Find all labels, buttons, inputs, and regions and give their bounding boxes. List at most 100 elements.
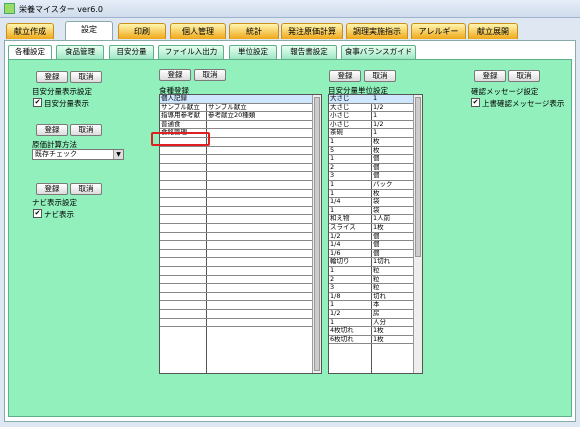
table-row[interactable]	[160, 198, 312, 207]
table-row[interactable]: 1/4 個	[329, 241, 413, 250]
table-row[interactable]: 個人記録	[160, 95, 312, 104]
table-row[interactable]	[160, 215, 312, 224]
subtab-kakushu-settei[interactable]: 各種設定	[8, 45, 52, 59]
table-row[interactable]: サンプル献立 サンプル献立	[160, 104, 312, 113]
table-row[interactable]: 茶碗 1	[329, 129, 413, 138]
tab-kondate-sakusei[interactable]: 献立作成	[6, 23, 54, 39]
table-row[interactable]	[160, 258, 312, 267]
table-row[interactable]: 3粒	[329, 284, 413, 293]
table-row[interactable]	[160, 319, 312, 328]
vertical-scrollbar[interactable]	[312, 95, 321, 373]
table-row[interactable]: 1/6 個	[329, 250, 413, 259]
table-row[interactable]	[160, 155, 312, 164]
table-row[interactable]: 1枚	[329, 138, 413, 147]
main-tab-bar: 献立作成 設定 印刷 個人管理 統計 発注原価計算 調理実施指示 アレルギー 献…	[0, 21, 580, 40]
table-row[interactable]	[160, 190, 312, 199]
table-row[interactable]	[160, 250, 312, 259]
genka-method-select[interactable]: 既存チェック ▼	[32, 149, 124, 160]
table-row[interactable]: 4枚切れ 1枚	[329, 327, 413, 336]
navi-register-button[interactable]: 登録	[36, 183, 68, 195]
table-row[interactable]	[160, 293, 312, 302]
tani-register-button[interactable]: 登録	[329, 70, 361, 82]
table-row[interactable]	[160, 181, 312, 190]
table-cell: 4枚切れ	[330, 327, 354, 335]
table-row[interactable]: 1/8 切れ	[329, 293, 413, 302]
table-row[interactable]: 6枚切れ 1枚	[329, 336, 413, 345]
table-row[interactable]: 1個	[329, 155, 413, 164]
tab-hacchu-genka[interactable]: 発注原価計算	[281, 23, 343, 39]
shokushu-register-button[interactable]: 登録	[159, 69, 191, 81]
table-row[interactable]	[160, 172, 312, 181]
kakunin-checkbox[interactable]: ✔	[471, 98, 480, 107]
navi-cancel-button[interactable]: 取消	[70, 183, 102, 195]
tab-settei[interactable]: 設定	[65, 21, 113, 40]
table-row[interactable]	[160, 147, 312, 156]
tab-kojin-kanri[interactable]: 個人管理	[170, 23, 226, 39]
table-row[interactable]	[160, 233, 312, 242]
table-row[interactable]: 1本	[329, 301, 413, 310]
scrollbar-thumb[interactable]	[415, 97, 421, 257]
navi-checkbox[interactable]: ✔	[33, 209, 42, 218]
table-row[interactable]	[160, 224, 312, 233]
table-row[interactable]: 和え物 1人前	[329, 215, 413, 224]
genka-register-button[interactable]: 登録	[36, 124, 68, 136]
table-row[interactable]: 指導用参考献 参考献立20種類	[160, 112, 312, 121]
kakunin-register-button[interactable]: 登録	[474, 70, 506, 82]
table-row[interactable]	[160, 310, 312, 319]
meyasu-register-button[interactable]: 登録	[36, 71, 68, 83]
table-row[interactable]: 1/2 個	[329, 233, 413, 242]
table-row[interactable]: 輪切り 1切れ	[329, 258, 413, 267]
table-row[interactable]	[160, 276, 312, 285]
table-row[interactable]: 1 パック	[329, 181, 413, 190]
chevron-down-icon[interactable]: ▼	[113, 150, 123, 159]
subtab-tani-settei[interactable]: 単位設定	[229, 45, 277, 59]
table-row[interactable]	[160, 207, 312, 216]
table-row[interactable]: 1 人分	[329, 319, 413, 328]
table-row[interactable]: 5枚	[329, 147, 413, 156]
subtab-balance-guide[interactable]: 食事バランスガイド	[341, 45, 416, 59]
tab-insatsu[interactable]: 印刷	[118, 23, 166, 39]
vertical-scrollbar[interactable]	[413, 95, 422, 373]
subtab-houkokusho-settei[interactable]: 報告書設定	[281, 45, 337, 59]
table-row[interactable]	[160, 284, 312, 293]
tab-allergy[interactable]: アレルギー	[411, 23, 466, 39]
table-row[interactable]: 1袋	[329, 207, 413, 216]
tani-cancel-button[interactable]: 取消	[364, 70, 396, 82]
table-row[interactable]: 普通食	[160, 121, 312, 130]
genka-cancel-button[interactable]: 取消	[70, 124, 102, 136]
kakunin-cancel-button[interactable]: 取消	[508, 70, 540, 82]
table-row[interactable]: 小さじ 1/2	[329, 121, 413, 130]
shokushu-cancel-button[interactable]: 取消	[194, 69, 226, 81]
scrollbar-thumb[interactable]	[314, 97, 320, 371]
tab-chouri-jisshi[interactable]: 調理実施指示	[346, 23, 408, 39]
table-row[interactable]	[160, 301, 312, 310]
table-cell: 枚	[373, 189, 380, 197]
subtab-file-io[interactable]: ファイル入出力	[158, 45, 224, 59]
table-cell: 1/2	[373, 103, 384, 111]
table-cell: 袋	[373, 206, 380, 214]
table-row[interactable]: 1/4 袋	[329, 198, 413, 207]
table-row[interactable]: スライス 1枚	[329, 224, 413, 233]
table-row[interactable]: 2個	[329, 164, 413, 173]
table-cell: 大さじ	[330, 103, 350, 111]
meyasu-checkbox[interactable]: ✔	[33, 98, 42, 107]
table-cell: 小さじ	[330, 120, 350, 128]
table-row[interactable]	[160, 164, 312, 173]
table-row[interactable]: 小さじ 1	[329, 112, 413, 121]
table-row[interactable]: 大さじ 1/2	[329, 104, 413, 113]
subtab-shokuhin-kanri[interactable]: 食品管理	[56, 45, 104, 59]
table-row[interactable]: 大さじ 1	[329, 95, 413, 104]
tab-kondate-tenkai[interactable]: 献立展開	[468, 23, 518, 39]
table-row[interactable]: 1枚	[329, 190, 413, 199]
meyasu-cancel-button[interactable]: 取消	[70, 71, 102, 83]
table-row[interactable]: 1/2 房	[329, 310, 413, 319]
table-row[interactable]	[160, 241, 312, 250]
table-cell: 1人前	[373, 215, 391, 223]
tani-table[interactable]: 大さじ 1 大さじ 1/2 小さじ 1 小さじ 1/2 茶碗 1 1 枚 5 枚 1 個 2 個 3 個 1 パック 1 枚 1…	[328, 94, 423, 374]
tab-toukei[interactable]: 統計	[229, 23, 279, 39]
subtab-meyasu-bunryou[interactable]: 目安分量	[109, 45, 154, 59]
table-row[interactable]: 2粒	[329, 276, 413, 285]
table-row[interactable]: 3個	[329, 172, 413, 181]
table-row[interactable]: 1粒	[329, 267, 413, 276]
table-row[interactable]	[160, 267, 312, 276]
